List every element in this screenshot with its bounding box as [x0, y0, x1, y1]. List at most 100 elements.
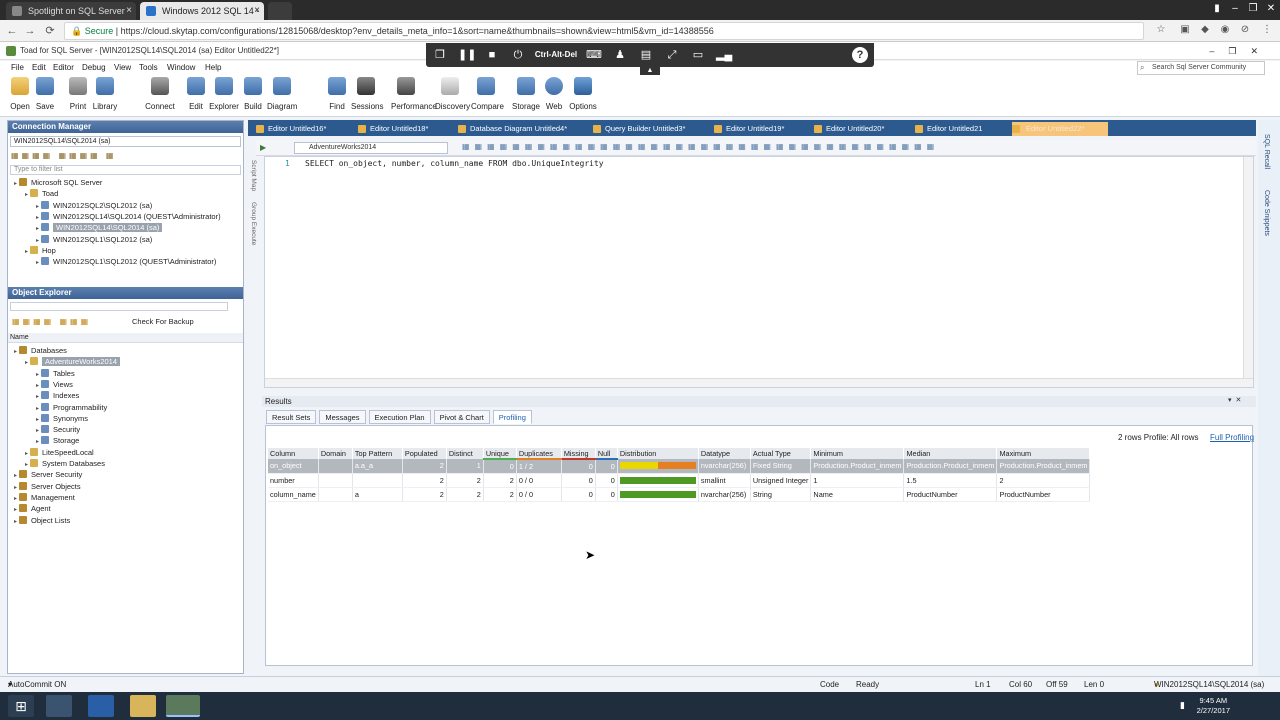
sql-recall-tab[interactable]: SQL Recall	[1263, 134, 1270, 169]
discovery-button[interactable]: Discovery	[435, 77, 470, 115]
editor-tab[interactable]: Database Diagram Untitled4*	[458, 122, 567, 136]
resize-icon[interactable]: ⤢	[664, 47, 680, 63]
new-tab-button[interactable]	[268, 2, 292, 20]
keyboard-icon[interactable]: ⌨	[586, 47, 602, 63]
reload-icon[interactable]: ⟳	[42, 23, 58, 39]
expand-icon[interactable]: ▸	[14, 507, 17, 513]
menu-icon[interactable]: ⋮	[1260, 23, 1274, 37]
system-clock[interactable]: 9:45 AM 2/27/2017	[1197, 696, 1230, 716]
sql-editor[interactable]: 1 SELECT on_object, number, column_name …	[264, 156, 1254, 388]
powershell-icon[interactable]	[88, 695, 114, 717]
expand-icon[interactable]: ▸	[36, 238, 39, 244]
results-controls[interactable]: ▾✕	[1228, 396, 1245, 404]
pause-icon[interactable]: ❚❚	[458, 47, 476, 63]
expand-icon[interactable]: ▸	[36, 406, 39, 412]
database-select[interactable]: AdventureWorks2014	[294, 142, 448, 154]
grid-column-header[interactable]: Missing	[561, 448, 596, 460]
grid-column-header[interactable]: Duplicates	[516, 448, 562, 460]
display-icon[interactable]: ▭	[690, 47, 706, 63]
storage-button[interactable]: Storage	[511, 77, 541, 115]
table-row[interactable]: number 2 2 2 0 / 0 0 0 smallint Unsigned Integer…	[268, 473, 1091, 488]
table-row[interactable]: on_object a.a_a 2 1 0 1 / 2 0 0 nvarchar(256) Fix…	[268, 459, 1091, 474]
star-icon[interactable]: ☆	[1154, 23, 1168, 37]
expand-icon[interactable]: ▸	[36, 394, 39, 400]
print-button[interactable]: Print	[63, 77, 93, 115]
expand-icon[interactable]: ▸	[14, 496, 17, 502]
connection-filter-input[interactable]: Type to filter list	[10, 165, 241, 175]
expand-icon[interactable]: ▸	[36, 260, 39, 266]
connection-select[interactable]: WIN2012SQL14\SQL2014 (sa)	[10, 136, 241, 147]
editor-tab[interactable]: Editor Untitled18*	[358, 122, 428, 136]
browser-tab-active[interactable]: Windows 2012 SQL 14 - ×	[140, 2, 264, 20]
expand-icon[interactable]: ▸	[36, 383, 39, 389]
expand-icon[interactable]: ▸	[14, 473, 17, 479]
expand-icon[interactable]: ▸	[25, 462, 28, 468]
search-community-input[interactable]: Search Sql Server Community	[1137, 61, 1265, 75]
code-snippets-tab[interactable]: Code Snippets	[1263, 190, 1270, 236]
menu-help[interactable]: Help	[205, 61, 221, 75]
expand-icon[interactable]: ▸	[36, 204, 39, 210]
menu-window[interactable]: Window	[167, 61, 195, 75]
tree-node[interactable]: ▸ Object Lists	[14, 515, 70, 528]
grid-column-header[interactable]: Distribution	[617, 448, 699, 459]
expand-icon[interactable]: ▸	[25, 249, 28, 255]
expand-icon[interactable]: ▸	[36, 226, 39, 232]
grid-column-header[interactable]: Datatype	[698, 448, 751, 459]
expand-icon[interactable]: ▸	[25, 451, 28, 457]
file-explorer-icon[interactable]	[130, 695, 156, 717]
ctrl-alt-del-button[interactable]: Ctrl-Alt-Del	[534, 47, 578, 63]
grid-column-header[interactable]: Median	[903, 448, 998, 459]
help-icon[interactable]: ?	[852, 47, 868, 63]
editor-tab[interactable]: Editor Untitled19*	[714, 122, 784, 136]
web-button[interactable]: Web	[539, 77, 569, 115]
results-tab[interactable]: Messages	[319, 410, 366, 424]
signal-icon[interactable]: ▂▄	[716, 47, 732, 63]
explorer-button[interactable]: Explorer	[209, 77, 239, 115]
script-map-label[interactable]: Script Map	[250, 160, 257, 191]
options-button[interactable]: Options	[568, 77, 598, 115]
menu-view[interactable]: View	[114, 61, 131, 75]
find-button[interactable]: Find	[322, 77, 352, 115]
grid-column-header[interactable]: Column	[268, 448, 319, 459]
toad-taskbar-icon[interactable]	[166, 695, 200, 717]
windows-start-icon[interactable]: ⊞	[8, 695, 34, 717]
menu-editor[interactable]: Editor	[53, 61, 74, 75]
maximize-icon[interactable]: ❐	[1244, 0, 1262, 20]
grid-column-header[interactable]: Unique	[483, 448, 517, 460]
tree-node[interactable]: ▸ WIN2012SQL1\SQL2012 (QUEST\Administrato…	[36, 256, 216, 269]
editor-tab[interactable]: Editor Untitled21	[915, 122, 982, 136]
save-button[interactable]: Save	[30, 77, 60, 115]
execute-icon[interactable]: ▶	[260, 143, 266, 152]
menu-tools[interactable]: Tools	[139, 61, 158, 75]
grid-column-header[interactable]: Actual Type	[750, 448, 812, 459]
back-icon[interactable]: ←	[4, 23, 20, 39]
editor-tab[interactable]: Query Builder Untitled3*	[593, 122, 685, 136]
editor-tab[interactable]: Editor Untitled20*	[814, 122, 884, 136]
results-tab[interactable]: Profiling	[492, 410, 532, 424]
full-profiling-link[interactable]: Full Profiling	[1210, 433, 1254, 442]
autocommit-toggle[interactable]: AutoCommit ON ▾	[8, 677, 66, 693]
check-backup-button[interactable]: Check For Backup	[132, 317, 194, 326]
performance-button[interactable]: Performance	[391, 77, 437, 115]
grid-column-header[interactable]: Domain	[318, 448, 353, 459]
close-icon[interactable]: ✕	[1262, 0, 1280, 20]
expand-icon[interactable]: ▸	[36, 215, 39, 221]
expand-icon[interactable]: ▸	[14, 519, 17, 525]
results-tab[interactable]: Result Sets	[266, 410, 317, 424]
table-row[interactable]: column_name a 2 2 2 0 / 0 0 0 nvarchar(256) Strin…	[268, 487, 1091, 502]
browser-tab[interactable]: Spotlight on SQL Server ×	[6, 2, 136, 20]
extension-icon[interactable]: ⊘	[1238, 23, 1252, 37]
object-explorer-filter-input[interactable]	[10, 302, 228, 311]
network-icon[interactable]: ▮	[1180, 700, 1185, 711]
expand-icon[interactable]: ▸	[14, 349, 17, 355]
extension-icon[interactable]: ◉	[1218, 23, 1232, 37]
menu-file[interactable]: File	[11, 61, 24, 75]
toad-window-controls[interactable]: –❐✕	[1209, 42, 1272, 60]
grid-column-header[interactable]: Maximum	[996, 448, 1091, 459]
group-execute-label[interactable]: Group Execute	[250, 202, 257, 245]
results-tab[interactable]: Execution Plan	[368, 410, 431, 424]
build-button[interactable]: Build	[238, 77, 268, 115]
name-column-header[interactable]: Name	[8, 333, 243, 343]
power-icon[interactable]: ⏻	[510, 47, 526, 63]
edit-button[interactable]: Edit	[181, 77, 211, 115]
